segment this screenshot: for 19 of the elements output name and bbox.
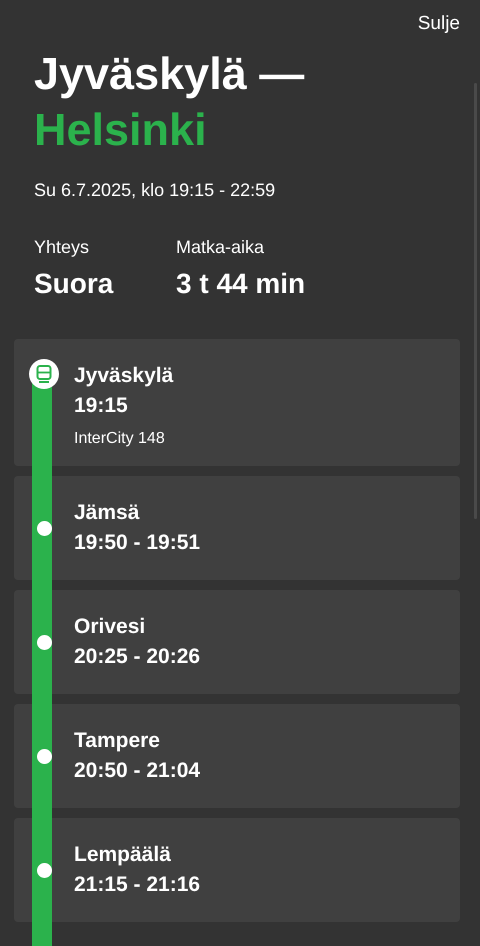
stop-time: 21:15 - 21:16 bbox=[74, 872, 200, 898]
station-name: Jämsä bbox=[74, 500, 140, 526]
stop-time: 19:50 - 19:51 bbox=[74, 530, 200, 556]
destination-title: Helsinki bbox=[34, 103, 207, 157]
summary-value: 3 t 44 min bbox=[176, 268, 306, 300]
summary-label: Yhteys bbox=[34, 237, 90, 258]
stop-time: 20:25 - 20:26 bbox=[74, 644, 200, 670]
station-name: Orivesi bbox=[74, 614, 146, 640]
station-name: Tampere bbox=[74, 728, 161, 754]
stop-time: 19:15 bbox=[74, 393, 129, 419]
summary-label: Matka-aika bbox=[176, 237, 266, 258]
summary-value: Suora bbox=[34, 268, 114, 300]
close-link[interactable]: Sulje bbox=[418, 12, 460, 36]
date-time: Su 6.7.2025, klo 19:15 - 22:59 bbox=[34, 180, 276, 201]
station-name: Lempäälä bbox=[74, 842, 172, 868]
stop-time: 20:50 - 21:04 bbox=[74, 758, 200, 784]
route-title: Jyväskylä — bbox=[34, 47, 304, 101]
station-name: Jyväskylä bbox=[74, 363, 174, 389]
train-name: InterCity 148 bbox=[74, 430, 166, 448]
